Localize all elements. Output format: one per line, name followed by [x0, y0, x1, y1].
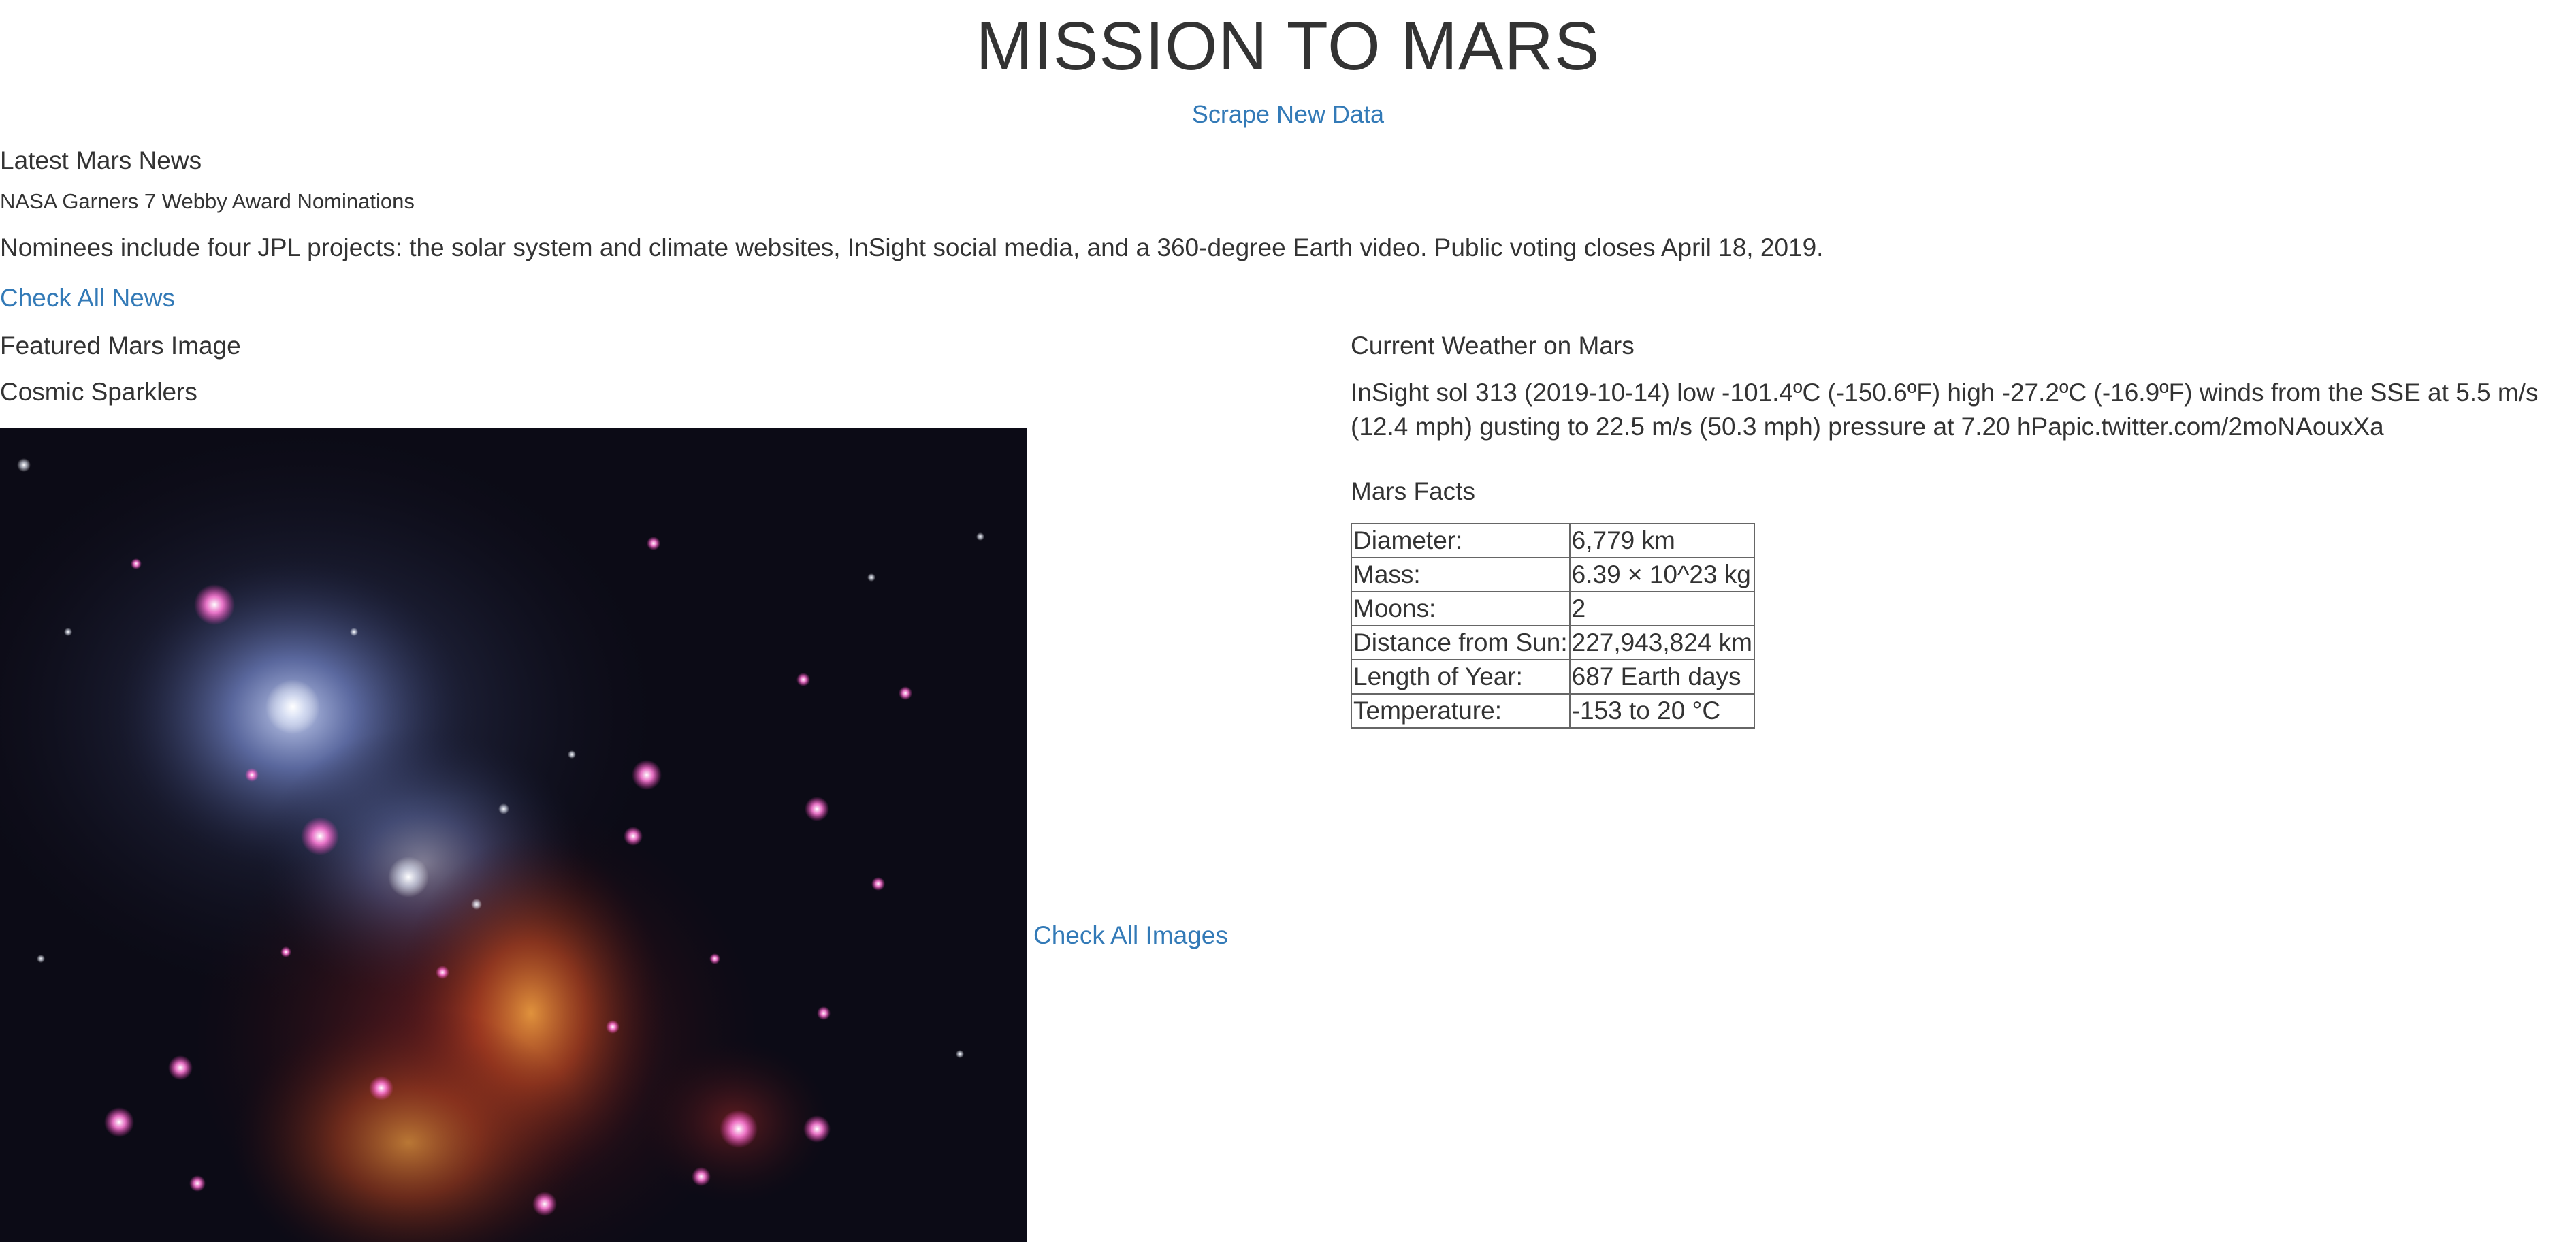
- weather-text: InSight sol 313 (2019-10-14) low -101.4º…: [1351, 379, 2539, 441]
- fact-value: 2: [1568, 591, 1756, 626]
- fact-label: Distance from Sun:: [1351, 625, 1571, 660]
- table-row: Distance from Sun: 227,943,824 km: [1351, 625, 1756, 660]
- table-row: Moons: 2: [1351, 591, 1756, 626]
- featured-mars-image: [0, 428, 1027, 1242]
- featured-image-title: Cosmic Sparklers: [0, 378, 197, 406]
- table-row: Length of Year: 687 Earth days: [1351, 659, 1756, 695]
- scrape-new-data-link[interactable]: Scrape New Data: [1192, 98, 1384, 131]
- fact-label: Moons:: [1351, 591, 1571, 626]
- mars-facts-table: Diameter: 6,779 km Mass: 6.39 × 10^23 kg…: [1351, 523, 1756, 729]
- fact-value: 687 Earth days: [1568, 659, 1756, 695]
- page-title: MISSION TO MARS: [976, 8, 1600, 84]
- check-all-news-link[interactable]: Check All News: [0, 282, 175, 315]
- fact-value: -153 to 20 °C: [1568, 693, 1756, 729]
- fact-value: 6.39 × 10^23 kg: [1568, 557, 1756, 592]
- latest-news-heading: Latest Mars News: [0, 146, 202, 174]
- scrape-container: Scrape New Data: [0, 98, 2576, 131]
- fact-value: 227,943,824 km: [1568, 625, 1756, 660]
- fact-value: 6,779 km: [1568, 523, 1756, 558]
- table-row: Diameter: 6,779 km: [1351, 523, 1756, 558]
- fact-label: Mass:: [1351, 557, 1571, 592]
- mars-facts-heading: Mars Facts: [1351, 477, 1475, 505]
- check-all-images-link[interactable]: Check All Images: [1033, 919, 1228, 952]
- fact-label: Length of Year:: [1351, 659, 1571, 695]
- fact-label: Temperature:: [1351, 693, 1571, 729]
- table-row: Mass: 6.39 × 10^23 kg: [1351, 557, 1756, 592]
- featured-image-heading: Featured Mars Image: [0, 332, 241, 360]
- page: MISSION TO MARS Scrape New Data Latest M…: [0, 0, 2576, 1242]
- weather-heading: Current Weather on Mars: [1351, 332, 1635, 360]
- fact-label: Diameter:: [1351, 523, 1571, 558]
- news-teaser: Nominees include four JPL projects: the …: [0, 234, 1824, 261]
- news-title: NASA Garners 7 Webby Award Nominations: [0, 189, 415, 213]
- table-row: Temperature: -153 to 20 °C: [1351, 693, 1756, 729]
- nebula-image: [0, 428, 1027, 1242]
